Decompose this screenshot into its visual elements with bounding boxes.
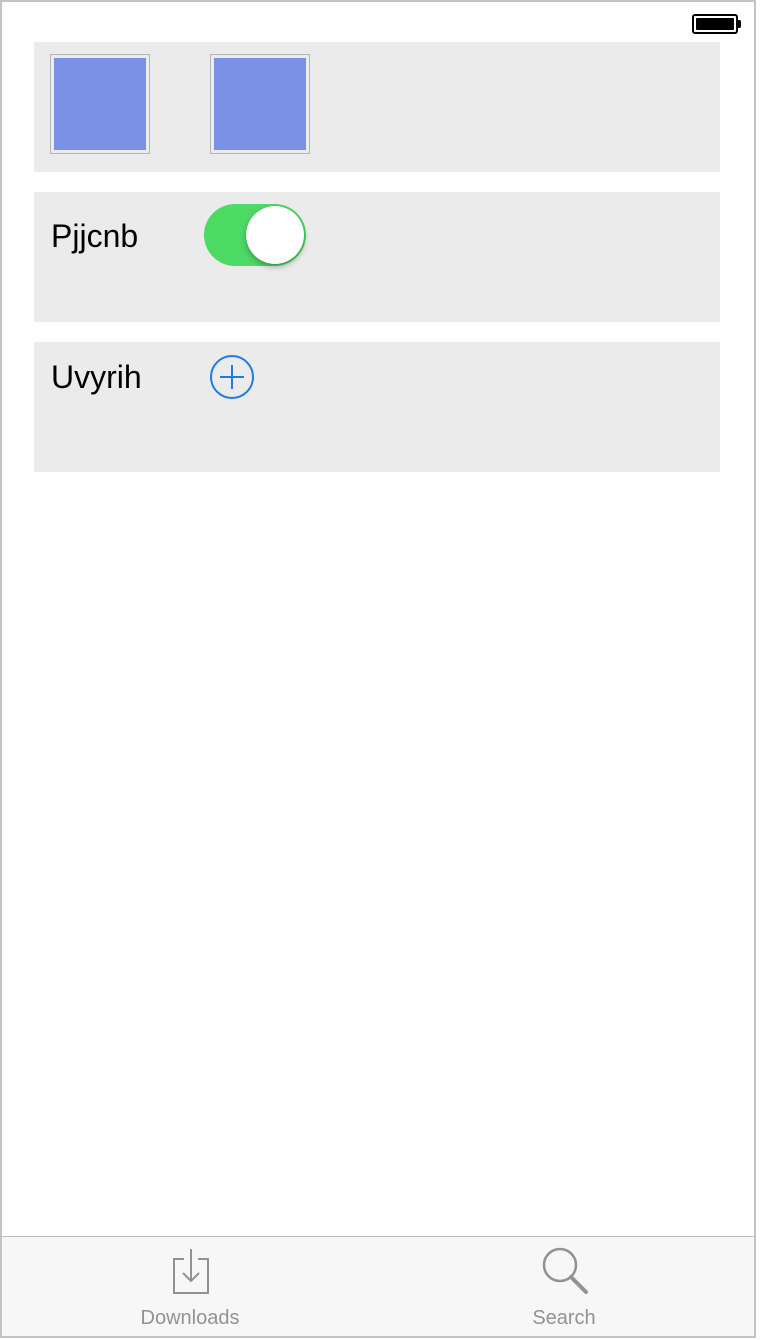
toggle-knob [246,206,304,264]
image-thumbnail[interactable] [210,54,310,154]
download-icon [173,1249,209,1294]
tab-label: Search [532,1307,596,1329]
add-row-panel: Uvyrih [34,342,720,472]
image-row-panel [34,42,720,172]
plus-circle-icon [210,355,254,399]
add-button[interactable] [209,354,255,400]
tab-downloads[interactable]: Downloads [90,1237,290,1336]
tab-label: Downloads [140,1307,240,1329]
pjjcnb-toggle[interactable] [204,204,306,266]
status-bar [2,2,754,42]
tab-bar: Downloads Search [2,1236,754,1336]
battery-tip [738,20,741,28]
search-icon [542,1247,588,1294]
toggle-row-label: Pjjcnb [51,218,139,254]
image-placeholder-icon [54,58,146,150]
add-row-label: Uvyrih [51,359,142,395]
image-placeholder-icon [214,58,306,150]
toggle-row-panel: Pjjcnb [34,192,720,322]
tab-search[interactable]: Search [464,1237,664,1336]
image-thumbnail[interactable] [50,54,150,154]
battery-icon [692,14,738,34]
app-screen: Pjjcnb Uvyrih Downloads Search [0,0,756,1338]
